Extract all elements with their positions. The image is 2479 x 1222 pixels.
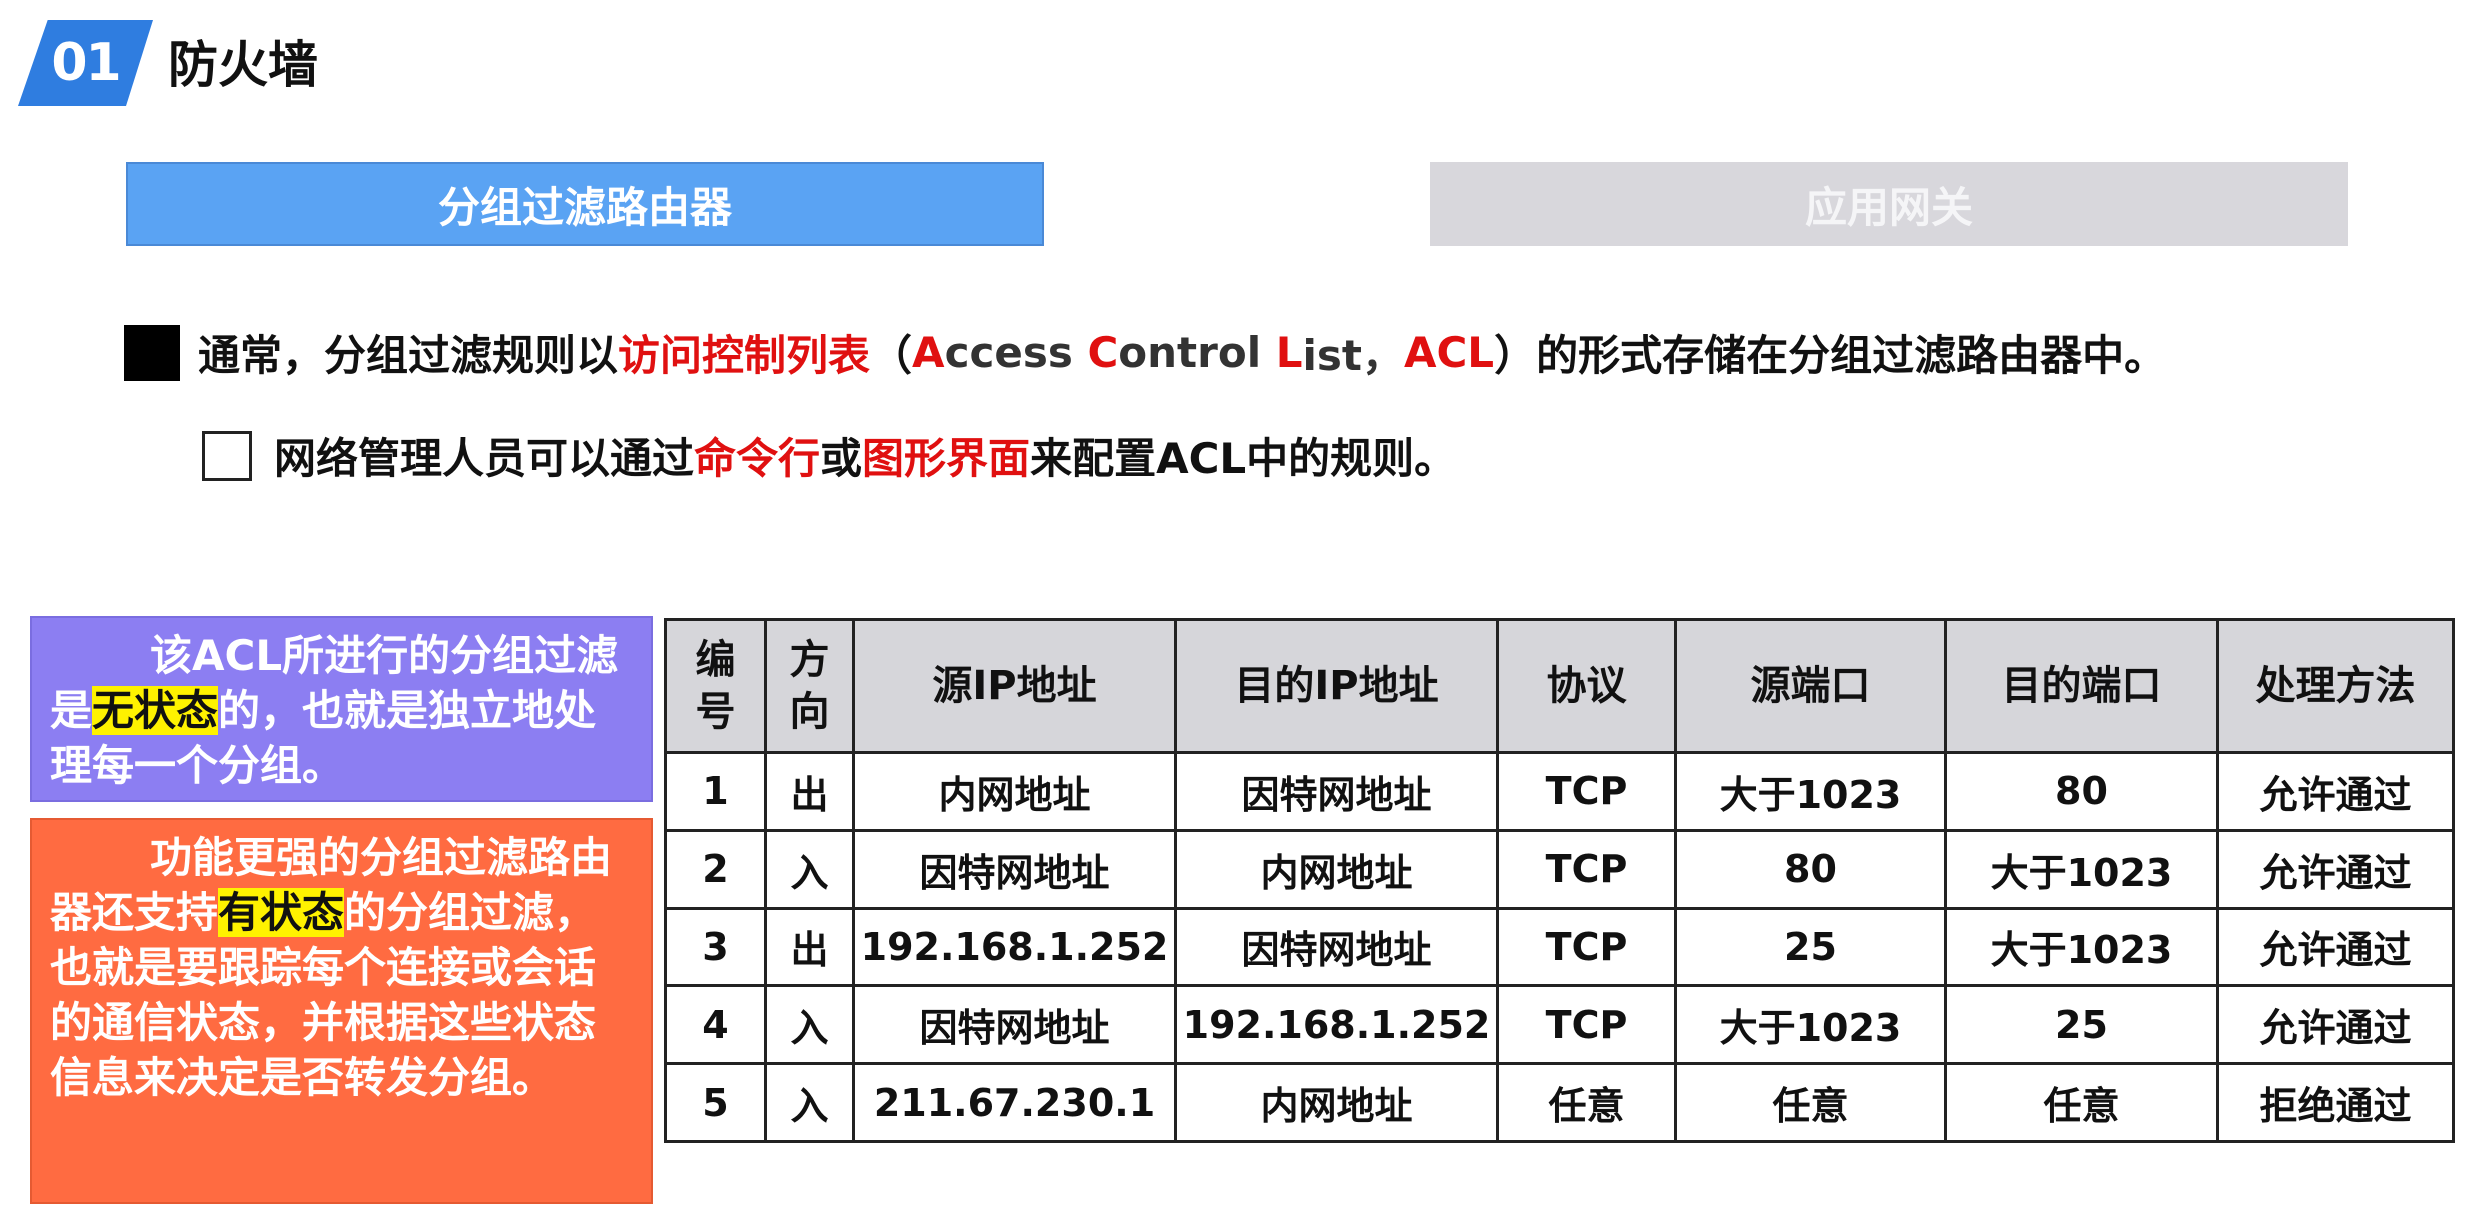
table-cell: 80	[1674, 828, 1947, 910]
acronym-rest: ccess	[944, 328, 1088, 377]
section-number-badge: 01	[18, 20, 153, 106]
acronym-letter: L	[1275, 328, 1303, 377]
table-cell: 入	[764, 1062, 855, 1143]
table-row: 2 入 因特网地址 内网地址 TCP 80 大于1023 允许通过	[664, 828, 2455, 910]
table-cell: 大于1023	[1944, 828, 2219, 910]
text: （	[870, 331, 913, 380]
table-cell: 入	[764, 984, 855, 1066]
table-cell: TCP	[1496, 828, 1677, 910]
table-cell: 任意	[1944, 1062, 2219, 1143]
table-cell: 允许通过	[2216, 906, 2455, 988]
table-cell: 因特网地址	[1174, 751, 1499, 832]
table-row: 4 入 因特网地址 192.168.1.252 TCP 大于1023 25 允许…	[664, 984, 2455, 1066]
table-cell: 允许通过	[2216, 984, 2455, 1066]
acronym-rest: ontrol	[1118, 328, 1276, 377]
table-cell: 内网地址	[852, 751, 1177, 832]
tab-application-gateway[interactable]: 应用网关	[1430, 162, 2348, 246]
table-cell: 80	[1944, 751, 2219, 832]
tab-label: 应用网关	[1804, 182, 1973, 232]
table-cell: 内网地址	[1174, 828, 1499, 910]
table-cell: TCP	[1496, 984, 1677, 1066]
table-cell: 因特网地址	[852, 828, 1177, 910]
acronym-abbr: ACL	[1403, 328, 1495, 377]
highlight-term: 访问控制列表	[618, 331, 871, 380]
table-cell: 允许通过	[2216, 828, 2455, 910]
text: 或	[820, 434, 863, 483]
text: 网络管理人员可以通过	[274, 434, 695, 483]
table-cell: 允许通过	[2216, 751, 2455, 832]
acronym-rest: ist，	[1302, 331, 1404, 380]
table-cell: 大于1023	[1944, 906, 2219, 988]
header-cell: 编号	[664, 618, 767, 754]
table-cell: 211.67.230.1	[852, 1062, 1177, 1143]
acl-rules-table: 编号 方向 源IP地址 目的IP地址 协议 源端口 目的端口 处理方法 1 出 …	[664, 618, 2455, 1143]
note-highlight: 无状态	[92, 686, 219, 735]
table-cell: TCP	[1496, 906, 1677, 988]
acronym-letter: C	[1087, 328, 1119, 377]
text: 通常，分组过滤规则以	[198, 331, 619, 380]
acronym-letter: A	[912, 328, 945, 377]
table-cell: 192.168.1.252	[1174, 984, 1499, 1066]
bullet-acl-config: 网络管理人员可以通过 命令行 或 图形界面 来配置ACL中的规则。	[202, 425, 1456, 486]
table-cell: 大于1023	[1674, 751, 1947, 832]
empty-square-bullet-icon	[202, 430, 252, 481]
table-cell: 出	[764, 906, 855, 988]
tab-packet-filter-router[interactable]: 分组过滤路由器	[126, 162, 1044, 246]
highlight-term: 图形界面	[862, 434, 1031, 483]
table-cell: 25	[1944, 984, 2219, 1066]
table-row: 5 入 211.67.230.1 内网地址 任意 任意 任意 拒绝通过	[664, 1062, 2455, 1143]
note-stateless: 该ACL所进行的分组过滤是无状态的，也就是独立地处理每一个分组。	[30, 616, 653, 802]
header-cell: 源IP地址	[852, 618, 1177, 754]
note-highlight: 有状态	[218, 888, 345, 937]
header-cell: 源端口	[1674, 618, 1947, 754]
table-cell: 出	[764, 751, 855, 832]
table-row: 3 出 192.168.1.252 因特网地址 TCP 25 大于1023 允许…	[664, 906, 2455, 988]
table-cell: 拒绝通过	[2216, 1062, 2455, 1143]
table-cell: 任意	[1496, 1062, 1677, 1143]
table-cell: 入	[764, 828, 855, 910]
tab-label: 分组过滤路由器	[437, 182, 732, 232]
header-cell: 处理方法	[2216, 618, 2455, 754]
table-cell: 192.168.1.252	[852, 906, 1177, 988]
text: 来配置ACL中的规则。	[1030, 434, 1457, 483]
table-cell: 2	[664, 828, 767, 910]
header-cell: 目的IP地址	[1174, 618, 1499, 754]
table-cell: 5	[664, 1062, 767, 1143]
table-header-row: 编号 方向 源IP地址 目的IP地址 协议 源端口 目的端口 处理方法	[664, 618, 2455, 754]
table-cell: 3	[664, 906, 767, 988]
table-cell: 因特网地址	[852, 984, 1177, 1066]
table-cell: 内网地址	[1174, 1062, 1499, 1143]
header-cell: 方向	[764, 618, 855, 754]
header-cell: 目的端口	[1944, 618, 2219, 754]
table-cell: 1	[664, 751, 767, 832]
table-cell: TCP	[1496, 751, 1677, 832]
table-row: 1 出 内网地址 因特网地址 TCP 大于1023 80 允许通过	[664, 751, 2455, 832]
page-title: 防火墙	[168, 36, 318, 94]
table-cell: 25	[1674, 906, 1947, 988]
bullet-acl-definition: 通常，分组过滤规则以 访问控制列表 （ Access Control List，…	[124, 322, 2166, 383]
highlight-term: 命令行	[694, 434, 821, 483]
filled-square-bullet-icon	[124, 324, 180, 381]
note-stateful: 功能更强的分组过滤路由器还支持有状态的分组过滤，也就是要跟踪每个连接或会话的通信…	[30, 818, 653, 1204]
header-cell: 协议	[1496, 618, 1677, 754]
table-cell: 任意	[1674, 1062, 1947, 1143]
section-number: 01	[51, 33, 121, 93]
table-cell: 因特网地址	[1174, 906, 1499, 988]
table-cell: 4	[664, 984, 767, 1066]
table-cell: 大于1023	[1674, 984, 1947, 1066]
text: ）的形式存储在分组过滤路由器中。	[1494, 331, 2167, 380]
